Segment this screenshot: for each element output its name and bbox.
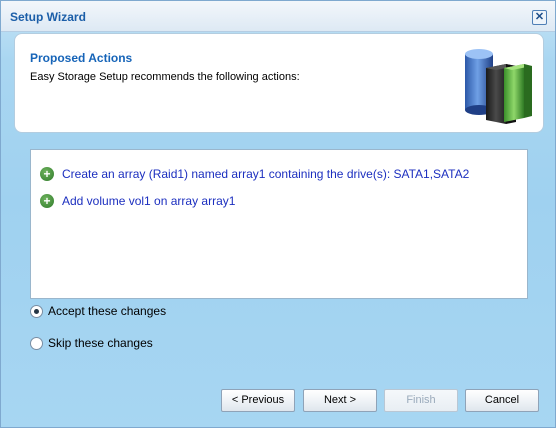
action-text: Add volume vol1 on array array1 [62, 194, 236, 208]
action-text: Create an array (Raid1) named array1 con… [62, 167, 470, 181]
finish-button[interactable]: Finish [384, 389, 458, 412]
add-icon: + [40, 194, 54, 208]
add-icon: + [40, 167, 54, 181]
window-title: Setup Wizard [10, 10, 86, 24]
close-icon: ✕ [534, 11, 545, 23]
skip-changes-label: Skip these changes [48, 336, 153, 350]
page-subtitle: Easy Storage Setup recommends the follow… [30, 71, 300, 83]
cancel-button[interactable]: Cancel [465, 389, 539, 412]
title-bar: Setup Wizard ✕ [1, 1, 555, 32]
list-item[interactable]: + Add volume vol1 on array array1 [40, 193, 235, 209]
accept-changes-radio[interactable]: Accept these changes [30, 304, 166, 318]
setup-wizard-window: Setup Wizard ✕ Proposed Actions Easy Sto… [0, 0, 556, 428]
close-button[interactable]: ✕ [532, 10, 547, 25]
accept-changes-label: Accept these changes [48, 304, 167, 318]
previous-button[interactable]: < Previous [221, 389, 295, 412]
radio-button-selected[interactable] [30, 304, 43, 318]
skip-changes-radio[interactable]: Skip these changes [30, 336, 153, 350]
header-panel: Proposed Actions Easy Storage Setup reco… [14, 33, 544, 133]
list-item[interactable]: + Create an array (Raid1) named array1 c… [40, 166, 469, 182]
page-title: Proposed Actions [30, 51, 133, 65]
storage-server-icon [465, 49, 532, 124]
proposed-actions-list: + Create an array (Raid1) named array1 c… [30, 149, 528, 299]
radio-button[interactable] [30, 336, 43, 350]
next-button[interactable]: Next > [303, 389, 377, 412]
